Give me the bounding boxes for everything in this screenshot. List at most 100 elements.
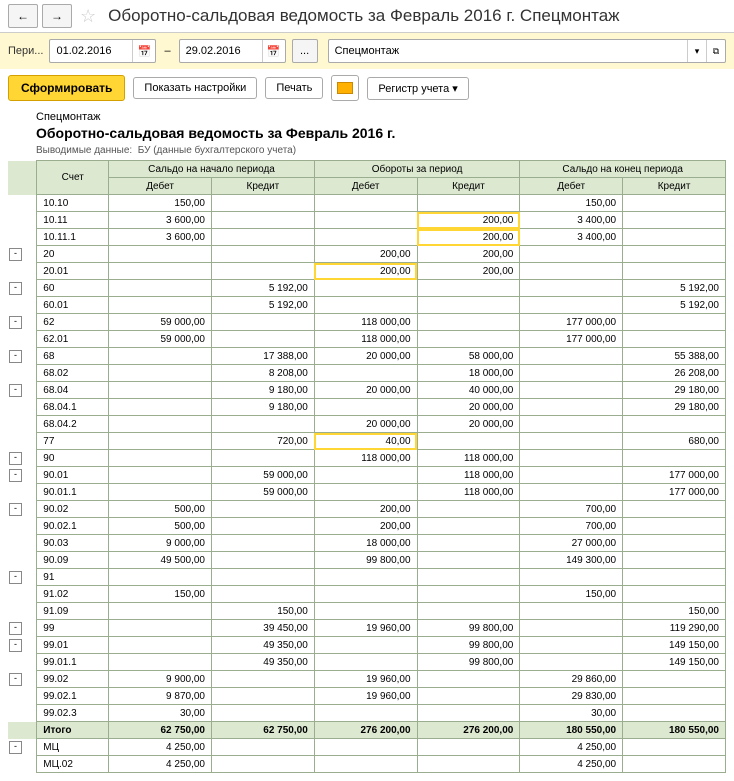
num-cell: 5 192,00 (623, 280, 726, 297)
num-cell (211, 195, 314, 212)
table-row[interactable]: -90.02500,00200,00700,00 (8, 501, 726, 518)
tree-toggle[interactable]: - (9, 622, 22, 635)
calendar-icon[interactable]: 📅 (132, 40, 155, 62)
num-cell: 200,00 (314, 501, 417, 518)
table-row[interactable]: 99.02.19 870,0019 960,0029 830,00 (8, 688, 726, 705)
date-from-input[interactable]: 📅 (49, 39, 156, 63)
table-row[interactable]: 91.02150,00150,00 (8, 586, 726, 603)
tree-toggle[interactable]: - (9, 571, 22, 584)
table-row[interactable]: 68.04.220 000,0020 000,00 (8, 416, 726, 433)
table-row[interactable]: -99.0149 350,0099 800,00149 150,00 (8, 637, 726, 654)
num-cell (623, 263, 726, 280)
date-from-field[interactable] (50, 45, 132, 57)
back-button[interactable]: ← (8, 4, 38, 28)
tree-toggle[interactable]: - (9, 452, 22, 465)
tree-toggle[interactable]: - (9, 384, 22, 397)
table-row[interactable]: 99.01.149 350,0099 800,00149 150,00 (8, 654, 726, 671)
table-row[interactable]: -20200,00200,00 (8, 246, 726, 263)
tree-toggle[interactable]: - (9, 316, 22, 329)
table-row[interactable]: -6259 000,00118 000,00177 000,00 (8, 314, 726, 331)
account-cell: 90.09 (37, 552, 109, 569)
num-cell (623, 195, 726, 212)
table-row[interactable]: -99.029 900,0019 960,0029 860,00 (8, 671, 726, 688)
num-cell (417, 739, 520, 756)
table-row[interactable]: -68.049 180,0020 000,0040 000,0029 180,0… (8, 382, 726, 399)
table-row[interactable]: 90.0949 500,0099 800,00149 300,00 (8, 552, 726, 569)
dropdown-icon[interactable]: ▾ (687, 40, 706, 62)
num-cell (417, 552, 520, 569)
table-row[interactable]: 90.01.159 000,00118 000,00177 000,00 (8, 484, 726, 501)
table-row[interactable]: 10.11.13 600,00200,003 400,00 (8, 229, 726, 246)
tree-toggle[interactable]: - (9, 503, 22, 516)
table-row[interactable]: -90118 000,00118 000,00 (8, 450, 726, 467)
table-row[interactable]: Итого62 750,0062 750,00276 200,00276 200… (8, 722, 726, 739)
num-cell: 26 208,00 (623, 365, 726, 382)
period-picker-button[interactable]: ... (292, 39, 318, 63)
org-select[interactable]: ▾ ⧉ (328, 39, 726, 63)
table-row[interactable]: -6817 388,0020 000,0058 000,0055 388,00 (8, 348, 726, 365)
print-button[interactable]: Печать (265, 77, 323, 99)
table-row[interactable]: -91 (8, 569, 726, 586)
register-button[interactable]: Регистр учета ▾ (367, 77, 468, 100)
org-field[interactable] (329, 45, 687, 57)
num-cell (623, 246, 726, 263)
form-button[interactable]: Сформировать (8, 75, 125, 101)
num-cell (211, 688, 314, 705)
num-cell: 59 000,00 (211, 467, 314, 484)
table-row[interactable]: -605 192,005 192,00 (8, 280, 726, 297)
num-cell: 40,00 (314, 433, 417, 450)
table-row[interactable]: 99.02.330,0030,00 (8, 705, 726, 722)
tree-toggle[interactable]: - (9, 469, 22, 482)
mail-button[interactable] (331, 75, 359, 101)
open-icon[interactable]: ⧉ (706, 40, 725, 62)
tree-toggle[interactable]: - (9, 282, 22, 295)
num-cell (417, 314, 520, 331)
table-row[interactable]: 91.09150,00150,00 (8, 603, 726, 620)
table-row[interactable]: 90.02.1500,00200,00700,00 (8, 518, 726, 535)
tree-toggle[interactable]: - (9, 673, 22, 686)
table-row[interactable]: -МЦ4 250,004 250,00 (8, 739, 726, 756)
table-row[interactable]: 90.039 000,0018 000,0027 000,00 (8, 535, 726, 552)
account-cell: 91.02 (37, 586, 109, 603)
num-cell: 17 388,00 (211, 348, 314, 365)
account-cell: 10.10 (37, 195, 109, 212)
tree-toggle[interactable]: - (9, 741, 22, 754)
table-row[interactable]: 68.04.19 180,0020 000,0029 180,00 (8, 399, 726, 416)
num-cell: 177 000,00 (623, 467, 726, 484)
num-cell (623, 314, 726, 331)
num-cell (520, 467, 623, 484)
table-row[interactable]: 60.015 192,005 192,00 (8, 297, 726, 314)
num-cell (417, 518, 520, 535)
date-to-input[interactable]: 📅 (179, 39, 286, 63)
tree-toggle[interactable]: - (9, 248, 22, 261)
num-cell: 62 750,00 (109, 722, 212, 739)
account-cell: 60 (37, 280, 109, 297)
num-cell: 3 600,00 (109, 212, 212, 229)
table-row[interactable]: 20.01200,00200,00 (8, 263, 726, 280)
settings-button[interactable]: Показать настройки (133, 77, 257, 99)
table-row[interactable]: -9939 450,0019 960,0099 800,00119 290,00 (8, 620, 726, 637)
forward-button[interactable]: → (42, 4, 72, 28)
num-cell: 30,00 (520, 705, 623, 722)
num-cell: 200,00 (417, 212, 520, 229)
tree-toggle[interactable]: - (9, 350, 22, 363)
table-row[interactable]: 10.113 600,00200,003 400,00 (8, 212, 726, 229)
table-row[interactable]: 62.0159 000,00118 000,00177 000,00 (8, 331, 726, 348)
calendar-icon[interactable]: 📅 (262, 40, 285, 62)
num-cell: 19 960,00 (314, 688, 417, 705)
favorite-icon[interactable]: ☆ (80, 6, 96, 27)
num-cell (520, 399, 623, 416)
table-row[interactable]: МЦ.024 250,004 250,00 (8, 756, 726, 773)
table-row[interactable]: -90.0159 000,00118 000,00177 000,00 (8, 467, 726, 484)
table-row[interactable]: 77720,0040,00680,00 (8, 433, 726, 450)
tree-toggle[interactable]: - (9, 639, 22, 652)
num-cell: 20 000,00 (314, 416, 417, 433)
num-cell: 59 000,00 (109, 314, 212, 331)
num-cell: 20 000,00 (417, 399, 520, 416)
num-cell (520, 280, 623, 297)
date-to-field[interactable] (180, 45, 262, 57)
table-row[interactable]: 68.028 208,0018 000,0026 208,00 (8, 365, 726, 382)
num-cell (417, 331, 520, 348)
table-row[interactable]: 10.10150,00150,00 (8, 195, 726, 212)
account-cell: 90.01 (37, 467, 109, 484)
